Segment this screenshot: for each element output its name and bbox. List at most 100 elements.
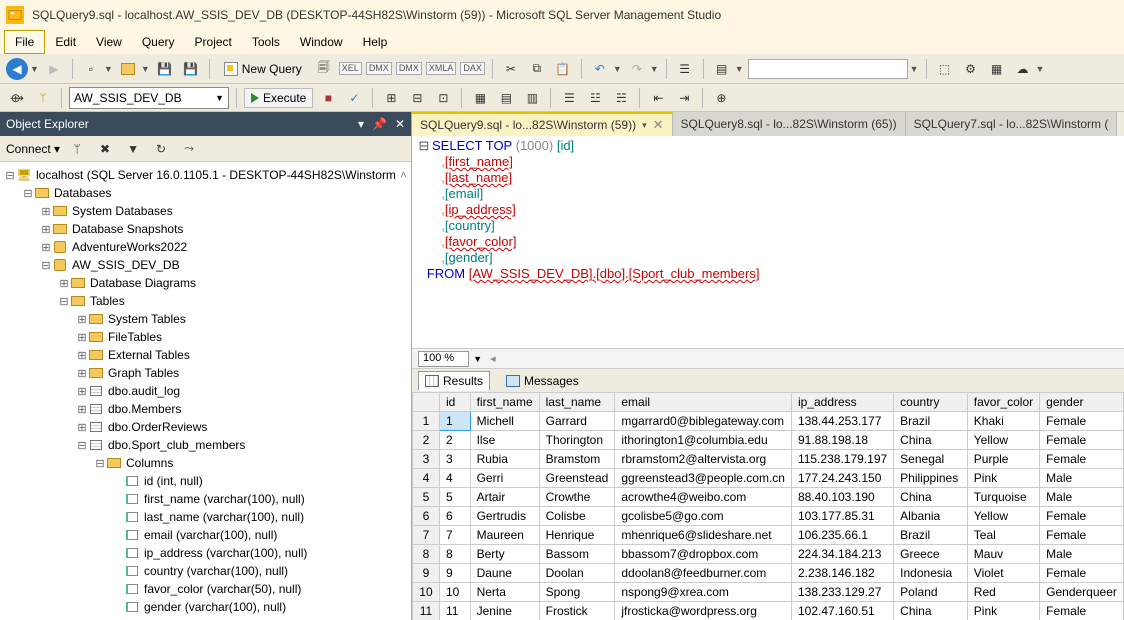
zoom-dropdown[interactable]: 100 % [418,351,469,367]
table-row[interactable]: 1111JenineFrostickjfrosticka@wordpress.o… [413,602,1124,620]
tree-databases[interactable]: ⊟Databases [0,184,411,202]
tree-col-ip[interactable]: ip_address (varchar(100), null) [0,544,411,562]
menu-project[interactable]: Project [185,31,242,53]
plan3-button[interactable]: ⊡ [432,87,454,109]
copy-button[interactable]: ⧉ [526,58,548,80]
oe-script-icon[interactable]: ⤳ [178,138,200,160]
comment-button[interactable]: ▤ [711,58,733,80]
indent-in-button[interactable]: ⇥ [673,87,695,109]
dmx1-button[interactable]: DMX [366,62,392,75]
opt2-button[interactable]: ☳ [584,87,606,109]
indent-out-button[interactable]: ⇤ [647,87,669,109]
tree-dbdia[interactable]: ⊞Database Diagrams [0,274,411,292]
oe-stop-icon[interactable]: ✖ [94,138,116,160]
ext1-button[interactable]: ⬚ [934,58,956,80]
tree-server-node[interactable]: ⊟🖥localhost (SQL Server 16.0.1105.1 - DE… [0,166,411,184]
grid-b-button[interactable]: ▤ [495,87,517,109]
col-header[interactable]: first_name [470,393,539,412]
col-header[interactable]: id [439,393,470,412]
menu-query[interactable]: Query [132,31,185,53]
xmla-button[interactable]: XMLA [426,62,457,75]
plan1-button[interactable]: ⊞ [380,87,402,109]
ext4-button[interactable]: ☁ [1012,58,1034,80]
database-dropdown[interactable]: AW_SSIS_DEV_DB▼ [69,87,229,109]
opt3-button[interactable]: ☵ [610,87,632,109]
panel-close-icon[interactable]: ✕ [395,117,405,131]
ext2-button[interactable]: ⚙ [960,58,982,80]
save-all-button[interactable]: 💾 [180,58,202,80]
execute-button[interactable]: Execute [244,88,313,108]
parse-button[interactable]: ✓ [343,87,365,109]
tab-sqlquery8[interactable]: SQLQuery8.sql - lo...82S\Winstorm (65)) [673,112,906,136]
tree-filetables[interactable]: ⊞FileTables [0,328,411,346]
redo-button[interactable]: ↷ [626,58,648,80]
db-query-button[interactable]: 🗐 [313,58,335,80]
tree-members[interactable]: ⊞dbo.Members [0,400,411,418]
tree-exttables[interactable]: ⊞External Tables [0,346,411,364]
tree-dbsnap[interactable]: ⊞Database Snapshots [0,220,411,238]
menu-help[interactable]: Help [353,31,398,53]
menu-edit[interactable]: Edit [45,31,86,53]
nav-back-button[interactable]: ◀ [6,58,28,80]
menu-tools[interactable]: Tools [242,31,290,53]
tree-aw2022[interactable]: ⊞AdventureWorks2022 [0,238,411,256]
col-header[interactable]: favor_color [967,393,1039,412]
tree-graphtables[interactable]: ⊞Graph Tables [0,364,411,382]
scope-button[interactable]: ⟴ [6,87,28,109]
tree-col-email[interactable]: email (varchar(100), null) [0,526,411,544]
tab-sqlquery7[interactable]: SQLQuery7.sql - lo...82S\Winstorm ( [906,112,1118,136]
messages-tab[interactable]: Messages [500,372,585,390]
close-icon[interactable]: ✕ [653,117,664,133]
col-header[interactable]: country [894,393,968,412]
tree-col-firstname[interactable]: first_name (varchar(100), null) [0,490,411,508]
tree-orderrev[interactable]: ⊞dbo.OrderReviews [0,418,411,436]
open-file-button[interactable] [117,58,139,80]
table-row[interactable]: 1010NertaSpongnspong9@xrea.com138.233.12… [413,583,1124,602]
table-row[interactable]: 33RubiaBramstomrbramstom2@altervista.org… [413,450,1124,469]
tree-col-country[interactable]: country (varchar(100), null) [0,562,411,580]
undo-button[interactable]: ↶ [589,58,611,80]
tree-sport[interactable]: ⊟dbo.Sport_club_members [0,436,411,454]
dax-button[interactable]: DAX [460,62,485,75]
table-row[interactable]: 44GerriGreensteadggreenstead3@people.com… [413,469,1124,488]
table-row[interactable]: 99DauneDoolanddoolan8@feedburner.com2.23… [413,564,1124,583]
include-button[interactable]: ⊕ [710,87,732,109]
tree-col-gender[interactable]: gender (varchar(100), null) [0,598,411,616]
tree-awssis[interactable]: ⊟AW_SSIS_DEV_DB [0,256,411,274]
tree-keys[interactable]: ⊞Keys [0,616,411,620]
cut-button[interactable]: ✂ [500,58,522,80]
xel-button[interactable]: XEL [339,62,362,75]
table-row[interactable]: 11MichellGarrardmgarrard0@biblegateway.c… [413,412,1124,431]
sql-editor[interactable]: ⊟SELECT TOP (1000) [id] ,[first_name] ,[… [412,136,1124,348]
results-tab[interactable]: Results [418,371,490,391]
connect-dropdown[interactable]: Connect ▾ [6,142,60,156]
opt1-button[interactable]: ☰ [558,87,580,109]
new-file-button[interactable]: ▫ [80,58,102,80]
col-header[interactable]: gender [1040,393,1124,412]
results-grid-wrap[interactable]: idfirst_namelast_nameemailip_addresscoun… [412,392,1124,620]
search-input[interactable] [748,59,908,79]
col-header[interactable]: email [615,393,792,412]
oe-refresh-icon[interactable]: ↻ [150,138,172,160]
plan2-button[interactable]: ⊟ [406,87,428,109]
panel-dropdown-icon[interactable]: ▾ [358,117,364,131]
tab-sqlquery9[interactable]: SQLQuery9.sql - lo...82S\Winstorm (59))▾… [412,112,673,136]
tree-sysdb[interactable]: ⊞System Databases [0,202,411,220]
tree-columns[interactable]: ⊟Columns [0,454,411,472]
tree-col-id[interactable]: id (int, null) [0,472,411,490]
ext3-button[interactable]: ▦ [986,58,1008,80]
oe-funnel-icon[interactable]: ▼ [122,138,144,160]
table-row[interactable]: 77MaureenHenriquemhenrique6@slideshare.n… [413,526,1124,545]
table-row[interactable]: 55ArtairCrowtheacrowthe4@weibo.com88.40.… [413,488,1124,507]
table-row[interactable]: 88BertyBassombbassom7@dropbox.com224.34.… [413,545,1124,564]
tree-col-favorcolor[interactable]: favor_color (varchar(50), null) [0,580,411,598]
col-header[interactable]: ip_address [791,393,893,412]
new-query-button[interactable]: New Query [217,59,309,79]
tree-audit[interactable]: ⊞dbo.audit_log [0,382,411,400]
menu-view[interactable]: View [86,31,132,53]
save-button[interactable]: 💾 [154,58,176,80]
menu-window[interactable]: Window [290,31,353,53]
dmx2-button[interactable]: DMX [396,62,422,75]
table-row[interactable]: 66GertrudisColisbegcolisbe5@go.com103.17… [413,507,1124,526]
connection-button[interactable]: ᛘ [32,87,54,109]
